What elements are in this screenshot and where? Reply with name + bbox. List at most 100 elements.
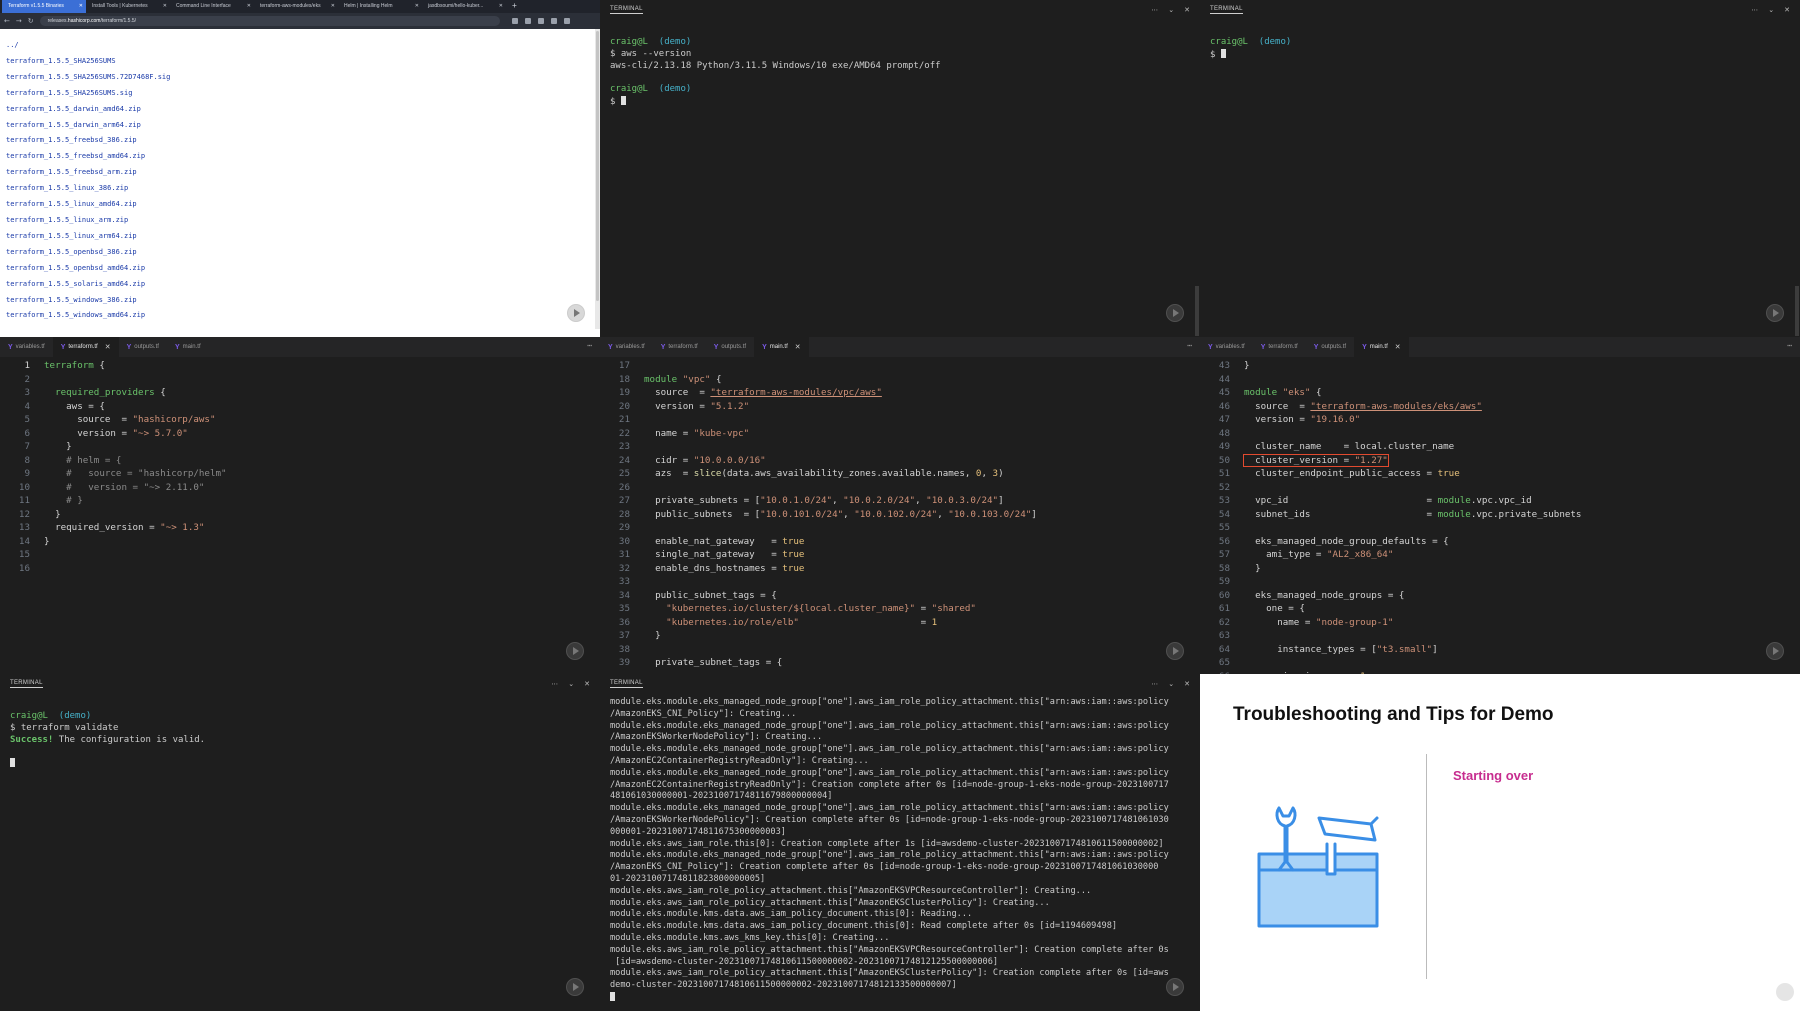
close-icon[interactable]: ✕	[105, 343, 111, 351]
close-icon[interactable]: ✕	[1184, 680, 1190, 688]
share-icon[interactable]	[511, 18, 518, 24]
new-tab-icon[interactable]: +	[506, 0, 523, 13]
ellipsis-icon[interactable]: ⋯	[1751, 6, 1758, 14]
close-icon[interactable]: ✕	[415, 3, 419, 9]
code-line: 14}	[0, 535, 600, 549]
code-area[interactable]: 43} 44 45 module "eks" {46 source = "terraf…	[1200, 357, 1800, 674]
code-text: eks_managed_node_groups = {	[1244, 589, 1405, 601]
editor-tab[interactable]: Ymain.tf	[167, 337, 209, 357]
editor-tab[interactable]: Yvariables.tf	[0, 337, 53, 357]
extensions-icon[interactable]	[537, 18, 544, 24]
forward-icon[interactable]: →	[16, 17, 22, 25]
ellipsis-icon[interactable]: ⋯	[1187, 341, 1192, 350]
terminal-output-line: module.eks.module.eks_managed_node_group…	[610, 850, 1169, 861]
browser-tab[interactable]: Install Tools | Kubernetes ✕	[86, 0, 170, 13]
code-area[interactable]: 1 terraform {2 3 required_providers {4 aws…	[0, 357, 600, 575]
back-icon[interactable]: ←	[4, 17, 10, 25]
code-line: 15	[0, 548, 600, 562]
file-link[interactable]: terraform_1.5.5_linux_386.zip	[6, 181, 594, 197]
close-icon[interactable]: ✕	[79, 3, 83, 9]
browser-tab[interactable]: Terraform v1.5.5 Binaries ✕	[2, 0, 86, 13]
slide-subtitle: Starting over	[1453, 768, 1534, 783]
profile-icon[interactable]	[563, 18, 570, 24]
browser-tab[interactable]: Helm | Installing Helm ✕	[338, 0, 422, 13]
url-input[interactable]: releases.hashicorp.com/terraform/1.5.5/	[39, 16, 500, 26]
chevron-down-icon[interactable]: ⌄	[1768, 6, 1774, 14]
terminal-panel-1: TERMINAL ⋯ ⌄ ✕ craig@L (demo) $ aws --vers…	[600, 0, 1200, 337]
code-area[interactable]: 17 18 module "vpc" {19 source = "terraform…	[600, 357, 1200, 670]
file-link[interactable]: terraform_1.5.5_freebsd_arm.zip	[6, 165, 594, 181]
url-host: hashicorp.com	[67, 18, 101, 24]
record-button[interactable]	[566, 642, 584, 660]
record-button[interactable]	[566, 978, 584, 996]
record-button[interactable]	[1766, 642, 1784, 660]
editor-tab[interactable]: Youtputs.tf	[1306, 337, 1354, 357]
file-link[interactable]: terraform_1.5.5_linux_arm.zip	[6, 213, 594, 229]
close-icon[interactable]: ✕	[1395, 343, 1401, 351]
close-icon[interactable]: ✕	[1784, 6, 1790, 14]
file-link[interactable]: terraform_1.5.5_SHA256SUMS.sig	[6, 86, 594, 102]
editor-tab[interactable]: Youtputs.tf	[706, 337, 754, 357]
editor-tab[interactable]: Ymain.tf ✕	[1354, 337, 1409, 357]
terraform-file-icon: Y	[8, 343, 13, 351]
browser-tab[interactable]: jasdbsoumi/hello-kuber... ✕	[422, 0, 506, 13]
terminal-output-line: module.eks.module.kms.data.aws_iam_polic…	[610, 909, 973, 920]
record-button[interactable]	[1166, 978, 1184, 996]
close-icon[interactable]: ✕	[331, 3, 335, 9]
file-link[interactable]: terraform_1.5.5_freebsd_amd64.zip	[6, 149, 594, 165]
file-link[interactable]: terraform_1.5.5_windows_amd64.zip	[6, 308, 594, 324]
close-icon[interactable]: ✕	[1184, 6, 1190, 14]
terminal-output[interactable]: module.eks.module.eks_managed_node_group…	[600, 693, 1200, 1009]
editor-tab[interactable]: Yterraform.tf	[653, 337, 706, 357]
file-link[interactable]: terraform_1.5.5_windows_386.zip	[6, 293, 594, 309]
editor-tab[interactable]: Yterraform.tf ✕	[52, 337, 119, 357]
browser-tab[interactable]: terraform-aws-modules/eks ✕	[254, 0, 338, 13]
code-line: 65	[1200, 656, 1800, 670]
close-icon[interactable]: ✕	[499, 3, 503, 9]
editor-tab[interactable]: Ymain.tf ✕	[754, 337, 809, 357]
chevron-down-icon[interactable]: ⌄	[1168, 6, 1174, 14]
chevron-down-icon[interactable]: ⌄	[1168, 680, 1174, 688]
ellipsis-icon[interactable]: ⋯	[551, 680, 558, 688]
ellipsis-icon[interactable]: ⋯	[1787, 341, 1792, 350]
code-line: 62 name = "node-group-1"	[1200, 616, 1800, 630]
sidebar-icon[interactable]	[550, 18, 557, 24]
terminal-scrollbar[interactable]	[1795, 286, 1799, 336]
record-button[interactable]	[1166, 304, 1184, 322]
file-link[interactable]: terraform_1.5.5_darwin_amd64.zip	[6, 102, 594, 118]
close-icon[interactable]: ✕	[584, 680, 590, 688]
close-icon[interactable]: ✕	[795, 343, 801, 351]
bookmark-icon[interactable]	[524, 18, 531, 24]
terminal-scrollbar[interactable]	[1195, 286, 1199, 336]
record-button[interactable]	[1166, 642, 1184, 660]
editor-tab[interactable]: Yvariables.tf	[1200, 337, 1253, 357]
file-link[interactable]: terraform_1.5.5_linux_amd64.zip	[6, 197, 594, 213]
editor-tab[interactable]: Yterraform.tf	[1253, 337, 1306, 357]
ellipsis-icon[interactable]: ⋯	[1151, 6, 1158, 14]
file-link[interactable]: terraform_1.5.5_openbsd_386.zip	[6, 245, 594, 261]
chevron-down-icon[interactable]: ⌄	[568, 680, 574, 688]
close-icon[interactable]: ✕	[163, 3, 167, 9]
file-link[interactable]: terraform_1.5.5_solaris_amd64.zip	[6, 277, 594, 293]
terminal-output[interactable]: craig@L (demo) $ aws --version aws-cli/2…	[600, 19, 1200, 113]
ellipsis-icon[interactable]: ⋯	[587, 341, 592, 350]
browser-tab[interactable]: Command Line Interface ✕	[170, 0, 254, 13]
file-link[interactable]: terraform_1.5.5_darwin_arm64.zip	[6, 118, 594, 134]
file-link[interactable]: terraform_1.5.5_SHA256SUMS.72D7468F.sig	[6, 70, 594, 86]
file-link[interactable]: terraform_1.5.5_linux_arm64.zip	[6, 229, 594, 245]
reload-icon[interactable]: ↻	[28, 17, 34, 25]
file-link[interactable]: terraform_1.5.5_openbsd_amd64.zip	[6, 261, 594, 277]
record-button[interactable]	[1766, 304, 1784, 322]
record-button[interactable]	[1776, 983, 1794, 1001]
terminal-output[interactable]: craig@L (demo) $ terraform validate Succ…	[0, 693, 600, 775]
terminal-output[interactable]: craig@L (demo) $	[1200, 19, 1800, 66]
record-button[interactable]	[567, 304, 585, 322]
ellipsis-icon[interactable]: ⋯	[1151, 680, 1158, 688]
file-link[interactable]: terraform_1.5.5_SHA256SUMS	[6, 54, 594, 70]
close-icon[interactable]: ✕	[247, 3, 251, 9]
editor-tab[interactable]: Youtputs.tf	[119, 337, 167, 357]
editor-tab[interactable]: Yvariables.tf	[600, 337, 653, 357]
code-line: 46 source = "terraform-aws-modules/eks/a…	[1200, 400, 1800, 414]
file-link[interactable]: ../	[6, 38, 594, 54]
file-link[interactable]: terraform_1.5.5_freebsd_386.zip	[6, 133, 594, 149]
